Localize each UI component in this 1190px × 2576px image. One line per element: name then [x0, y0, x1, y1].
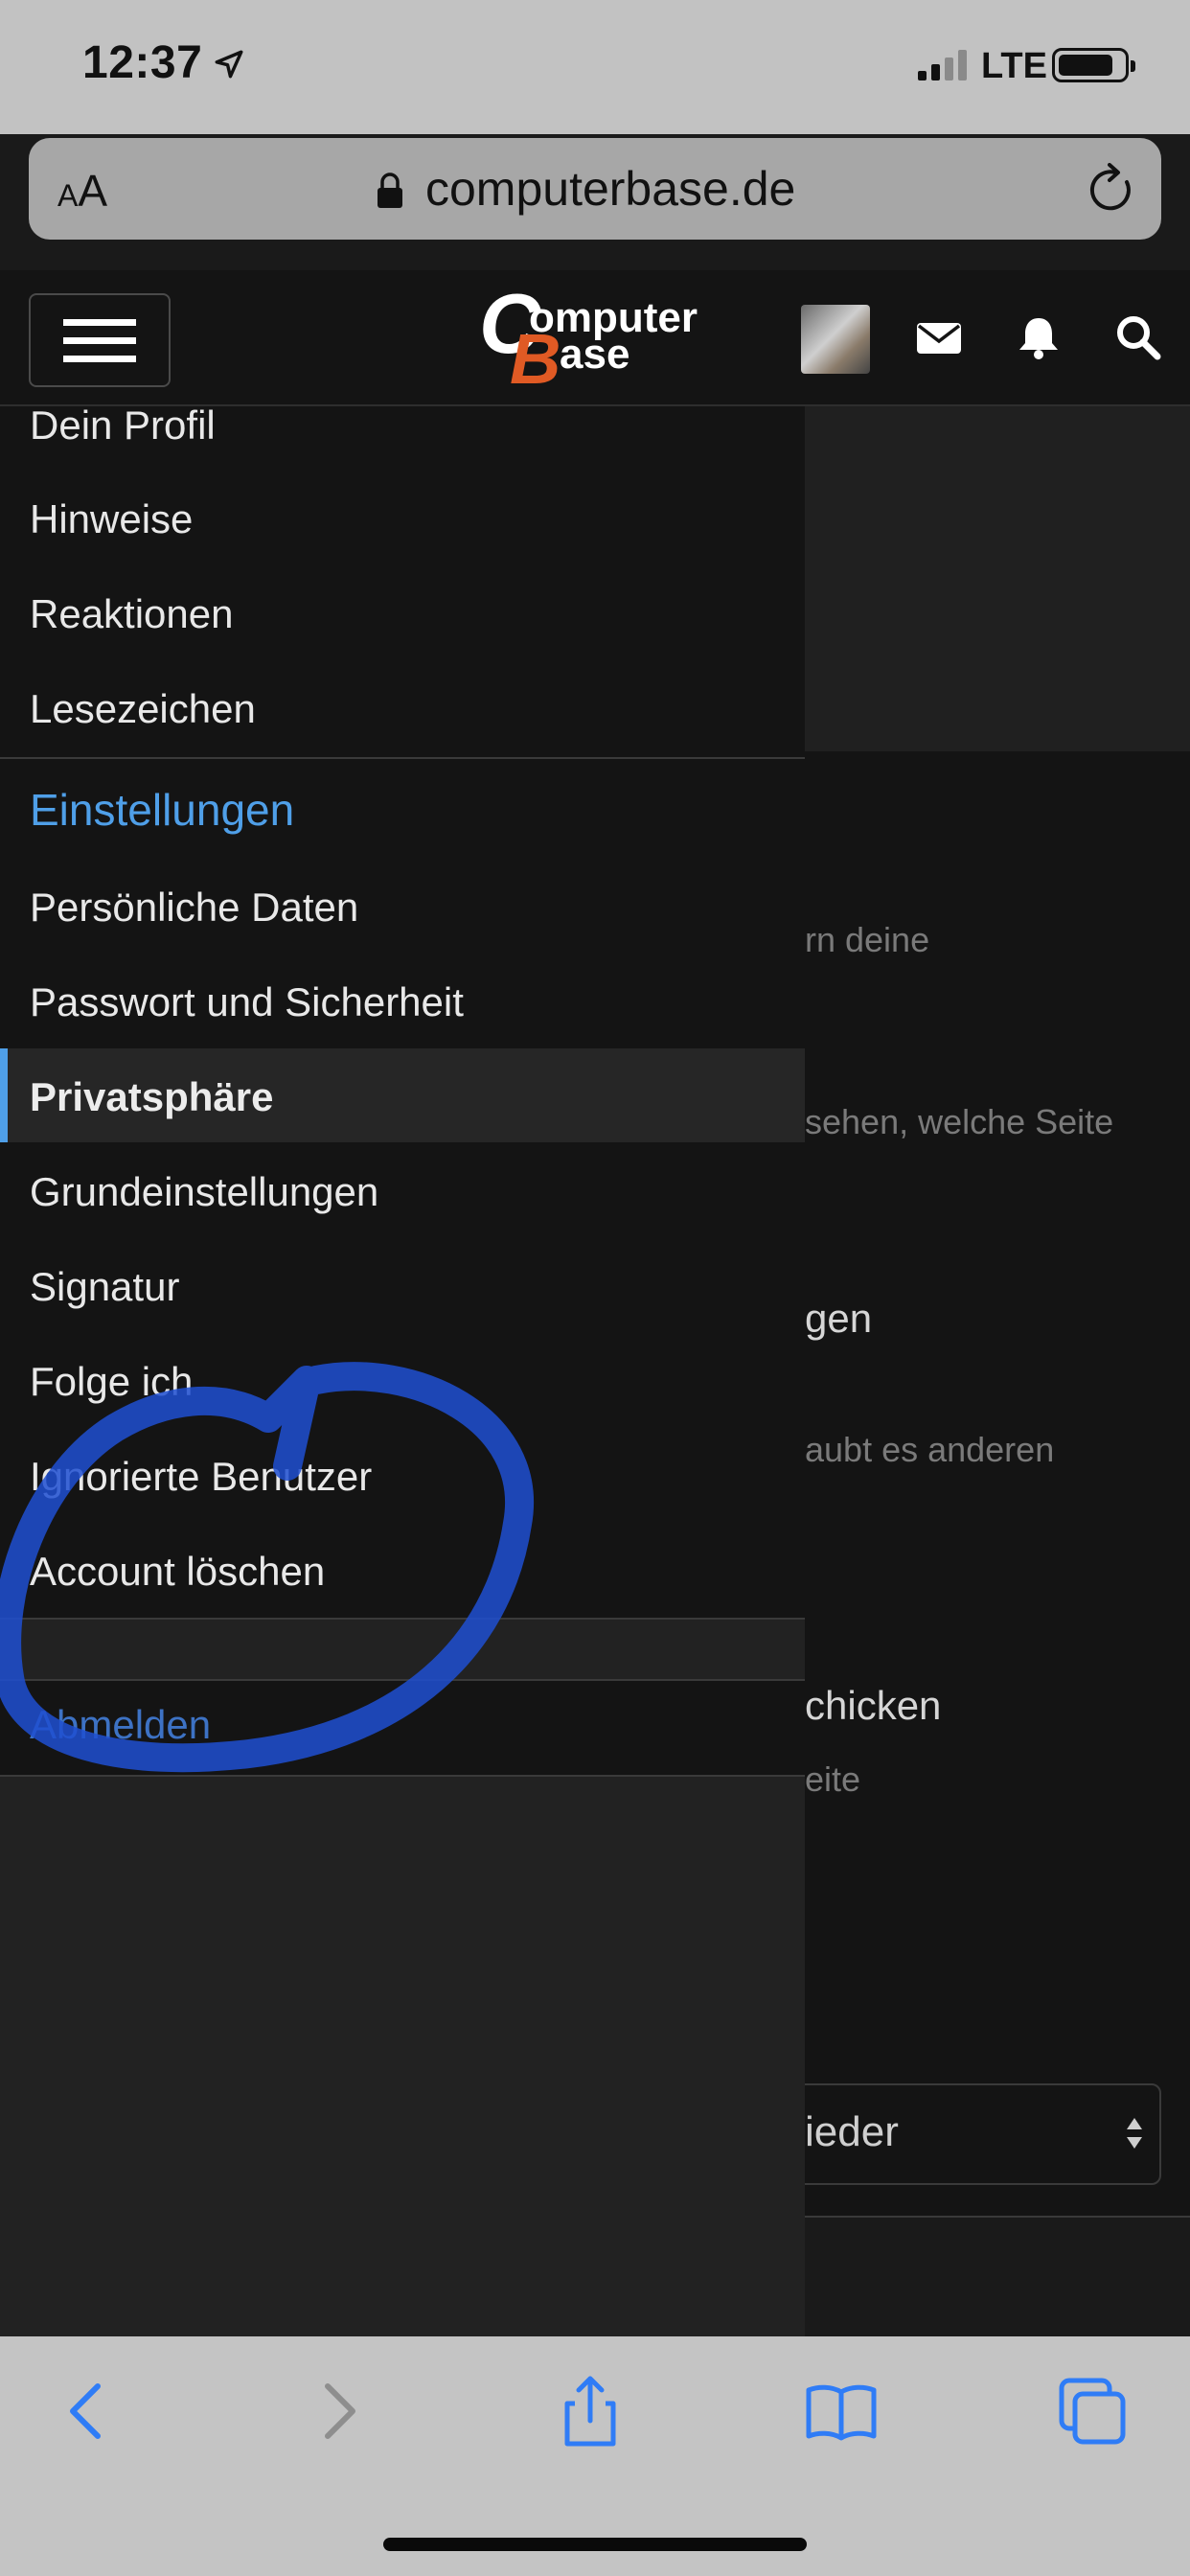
menu-item-notices[interactable]: Hinweise — [30, 496, 193, 542]
menu-item-signature[interactable]: Signatur — [30, 1264, 179, 1310]
menu-toggle-button[interactable] — [29, 293, 171, 387]
svg-text:B: B — [510, 319, 561, 391]
reload-icon[interactable] — [1088, 163, 1136, 215]
user-avatar[interactable] — [801, 305, 870, 374]
background-text-fragment: gen — [805, 1296, 873, 1341]
computerbase-logo[interactable]: C omputer B ase — [479, 284, 709, 391]
share-icon[interactable] — [552, 2373, 629, 2450]
cellular-signal-icon — [918, 50, 967, 80]
lock-icon — [378, 172, 402, 208]
menu-item-privacy[interactable]: Privatsphäre — [30, 1074, 273, 1120]
background-text-fragment: aubt es anderen — [805, 1430, 1055, 1469]
location-arrow-icon — [215, 50, 243, 79]
background-text-fragment: sehen, welche Seite — [805, 1102, 1114, 1141]
settings-heading[interactable]: Einstellungen — [30, 784, 294, 836]
menu-item-ignored-users[interactable]: Ignorierte Benutzer — [30, 1454, 372, 1500]
back-icon[interactable] — [50, 2373, 126, 2450]
svg-text:ase: ase — [560, 331, 629, 378]
select-arrows-icon — [1127, 2118, 1142, 2149]
background-content — [805, 751, 1190, 2218]
menu-spacer — [0, 1620, 805, 1679]
menu-item-following[interactable]: Folge ich — [30, 1359, 193, 1405]
background-text-fragment: rn deine — [805, 920, 930, 959]
battery-icon — [1052, 48, 1135, 82]
mail-icon[interactable] — [914, 312, 964, 362]
active-item-indicator — [0, 1048, 8, 1142]
menu-divider — [0, 1775, 805, 1777]
background-text-fragment: eite — [805, 1760, 861, 1799]
menu-item-bookmarks[interactable]: Lesezeichen — [30, 686, 256, 732]
menu-item-delete-account[interactable]: Account löschen — [30, 1549, 325, 1595]
home-indicator — [383, 2538, 807, 2551]
bookmarks-icon[interactable] — [803, 2373, 880, 2450]
tabs-icon[interactable] — [1054, 2373, 1131, 2450]
status-time: 12:37 — [82, 37, 203, 88]
network-type: LTE — [981, 46, 1047, 86]
forward-icon[interactable] — [299, 2373, 376, 2450]
divider — [805, 2216, 1190, 2218]
background-panel — [805, 406, 1190, 751]
privacy-select-value: ieder — [805, 2108, 899, 2155]
menu-item-profile[interactable]: Dein Profil — [30, 402, 216, 448]
menu-item-personal-data[interactable]: Persönliche Daten — [30, 885, 358, 931]
bell-icon[interactable] — [1014, 312, 1064, 362]
menu-item-password-security[interactable]: Passwort und Sicherheit — [30, 979, 464, 1025]
menu-item-reactions[interactable]: Reaktionen — [30, 591, 233, 637]
background-text-fragment: chicken — [805, 1683, 942, 1728]
url-text[interactable]: computerbase.de — [425, 161, 795, 217]
search-icon[interactable] — [1113, 312, 1163, 362]
text-size-button[interactable]: AA — [57, 165, 107, 217]
menu-item-preferences[interactable]: Grundeinstellungen — [30, 1169, 378, 1215]
logout-link[interactable]: Abmelden — [30, 1702, 211, 1748]
